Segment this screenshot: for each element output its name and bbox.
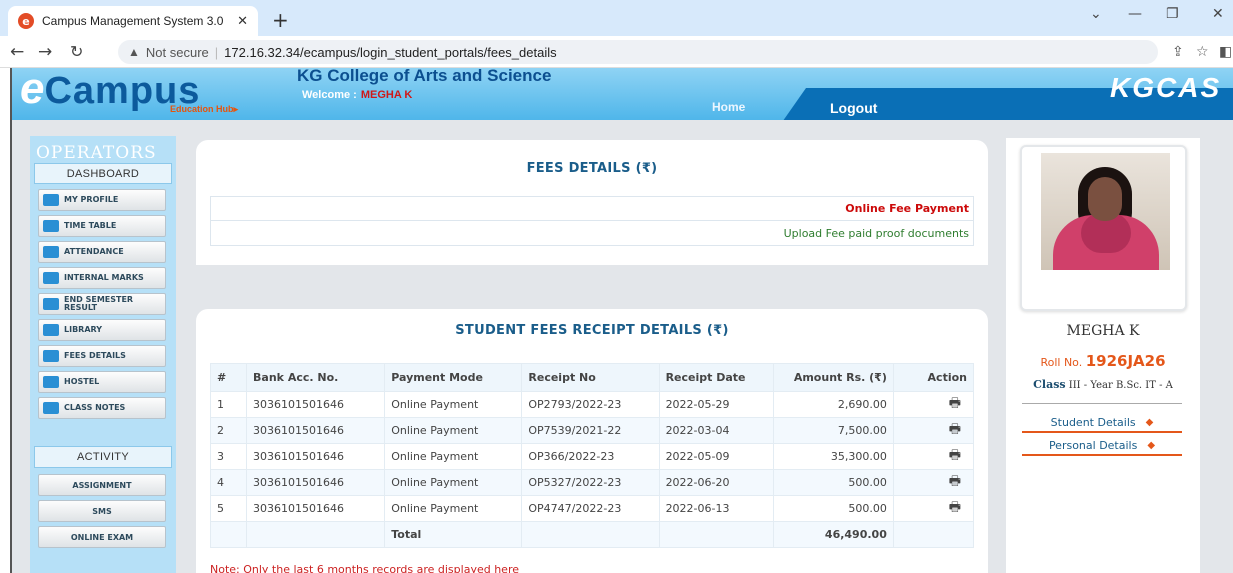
sidebar-item-label: HOSTEL xyxy=(64,377,100,386)
bookmark-star-icon[interactable]: ☆ xyxy=(1196,44,1209,60)
fee-links-table: Online Fee Payment Upload Fee paid proof… xyxy=(210,196,974,246)
table-row: 2 3036101501646 Online Payment OP7539/2021-… xyxy=(209,417,975,444)
college-name: KG College of Arts and Science xyxy=(297,68,552,85)
user-name: MEGHA K xyxy=(360,89,413,101)
fees-details-title: FEES DETAILS (₹) xyxy=(526,161,658,176)
clock-icon xyxy=(43,220,59,232)
sidebar-item-label: CLASS NOTES xyxy=(64,403,126,412)
sidebar-item-online-exam[interactable]: ONLINE EXAM xyxy=(38,526,166,548)
warning-icon: ▲ xyxy=(128,45,140,59)
student-details-link[interactable]: Student Details ◆ xyxy=(1022,413,1182,433)
trend-icon xyxy=(43,298,59,310)
sidebar-item-7[interactable]: HOSTEL xyxy=(38,371,166,393)
welcome-text: Welcome : MEGHA K xyxy=(302,89,413,101)
sidebar-item-8[interactable]: CLASS NOTES xyxy=(38,397,166,419)
sidebar-item-label: LIBRARY xyxy=(64,325,103,334)
sidebar-item-3[interactable]: INTERNAL MARKS xyxy=(38,267,166,289)
chevron-icon: ◆ xyxy=(1145,416,1154,428)
print-icon[interactable]: 🖶 xyxy=(949,422,961,437)
browser-tab[interactable]: e Campus Management System 3.0 ✕ xyxy=(8,6,258,36)
total-row: Total 46,490.00 xyxy=(209,521,975,548)
tab-close-icon[interactable]: ✕ xyxy=(237,14,248,29)
sidebar-item-5[interactable]: LIBRARY xyxy=(38,319,166,341)
nav-home-link[interactable]: Home xyxy=(712,100,745,114)
sidebar-item-0[interactable]: MY PROFILE xyxy=(38,189,166,211)
student-photo xyxy=(1041,153,1170,270)
table-row: 5 3036101501646 Online Payment OP4747/2022-… xyxy=(209,495,975,522)
calendar-icon xyxy=(43,350,59,362)
ecampus-logo: eCampus Education Hub▸ xyxy=(20,68,239,114)
sidebar-item-6[interactable]: FEES DETAILS xyxy=(38,345,166,367)
sidebar-title: OPERATORS xyxy=(36,143,157,163)
new-tab-icon[interactable]: + xyxy=(272,8,289,32)
personal-details-link[interactable]: Personal Details ◆ xyxy=(1022,436,1182,456)
restore-icon[interactable]: ❐ xyxy=(1166,6,1179,22)
not-secure-label: Not secure xyxy=(145,44,209,60)
activity-title: ACTIVITY xyxy=(34,446,172,468)
chevron-icon: ◆ xyxy=(1147,439,1156,451)
roll-number: Roll No. 1926JA26 xyxy=(1040,352,1166,370)
address-bar-row: ← → ↻ ▲ Not secure | 172.16.32.34/ecampu… xyxy=(0,36,1233,68)
sidebar-item-4[interactable]: END SEMESTER RESULT xyxy=(38,293,166,315)
address-bar[interactable]: ▲ Not secure | 172.16.32.34/ecampus/logi… xyxy=(118,40,1158,64)
table-row: 1 3036101501646 Online Payment OP2793/2022-… xyxy=(209,391,975,418)
class-info: Class III - Year B.Sc. IT - A xyxy=(1033,378,1173,391)
online-fee-payment-link[interactable]: Online Fee Payment xyxy=(845,202,969,215)
building-icon xyxy=(43,194,59,206)
sidebar-item-sms[interactable]: SMS xyxy=(38,500,166,522)
site-header: eCampus Education Hub▸ KG College of Art… xyxy=(12,68,1233,120)
sidebar-item-label: INTERNAL MARKS xyxy=(64,273,144,282)
table-header-row: # Bank Acc. No. Payment Mode Receipt No … xyxy=(209,363,975,392)
upload-proof-link[interactable]: Upload Fee paid proof documents xyxy=(784,227,969,240)
sidepanel-icon[interactable]: ◧ xyxy=(1219,44,1232,60)
tab-search-icon[interactable]: ⌄ xyxy=(1090,6,1102,22)
student-name: MEGHA K xyxy=(1066,323,1140,339)
minimize-icon[interactable]: — xyxy=(1128,6,1142,22)
back-icon[interactable]: ← xyxy=(10,42,24,62)
dashboard-button[interactable]: DASHBOARD xyxy=(34,163,172,184)
sidebar-item-label: ATTENDANCE xyxy=(64,247,124,256)
browser-tabbar: e Campus Management System 3.0 ✕ + ⌄ — ❐… xyxy=(0,0,1233,36)
sidebar-item-label: FEES DETAILS xyxy=(64,351,126,360)
share-icon[interactable]: ⇪ xyxy=(1172,44,1184,60)
url-text: 172.16.32.34/ecampus/login_student_porta… xyxy=(224,44,557,60)
sidebar-item-label: MY PROFILE xyxy=(64,195,119,204)
print-icon[interactable]: 🖶 xyxy=(949,474,961,489)
receipts-table: # Bank Acc. No. Payment Mode Receipt No … xyxy=(209,363,975,548)
calendar-icon xyxy=(43,246,59,258)
kgcas-logo: KGCAS xyxy=(1110,72,1222,103)
site-favicon-icon: e xyxy=(18,13,34,29)
sidebar-item-label: TIME TABLE xyxy=(64,221,117,230)
forward-icon[interactable]: → xyxy=(38,42,52,62)
sidebar-item-2[interactable]: ATTENDANCE xyxy=(38,241,166,263)
receipt-title: STUDENT FEES RECEIPT DETAILS (₹) xyxy=(455,323,729,338)
records-note: Note: Only the last 6 months records are… xyxy=(210,563,519,573)
reload-icon[interactable]: ↻ xyxy=(70,42,83,61)
close-window-icon[interactable]: ✕ xyxy=(1212,6,1224,22)
nav-logout-link[interactable]: Logout xyxy=(830,100,877,116)
books-icon xyxy=(43,402,59,414)
print-icon[interactable]: 🖶 xyxy=(949,396,961,411)
chart-icon xyxy=(43,272,59,284)
print-icon[interactable]: 🖶 xyxy=(949,448,961,463)
sidebar-item-assignment[interactable]: ASSIGNMENT xyxy=(38,474,166,496)
print-icon[interactable]: 🖶 xyxy=(949,500,961,515)
tab-title: Campus Management System 3.0 xyxy=(42,14,224,28)
books-icon xyxy=(43,324,59,336)
sidebar-item-1[interactable]: TIME TABLE xyxy=(38,215,166,237)
sidebar-item-label: END SEMESTER RESULT xyxy=(64,295,134,312)
table-row: 4 3036101501646 Online Payment OP5327/2022-… xyxy=(209,469,975,496)
table-row: 3 3036101501646 Online Payment OP366/2022-2… xyxy=(209,443,975,470)
building-icon xyxy=(43,376,59,388)
